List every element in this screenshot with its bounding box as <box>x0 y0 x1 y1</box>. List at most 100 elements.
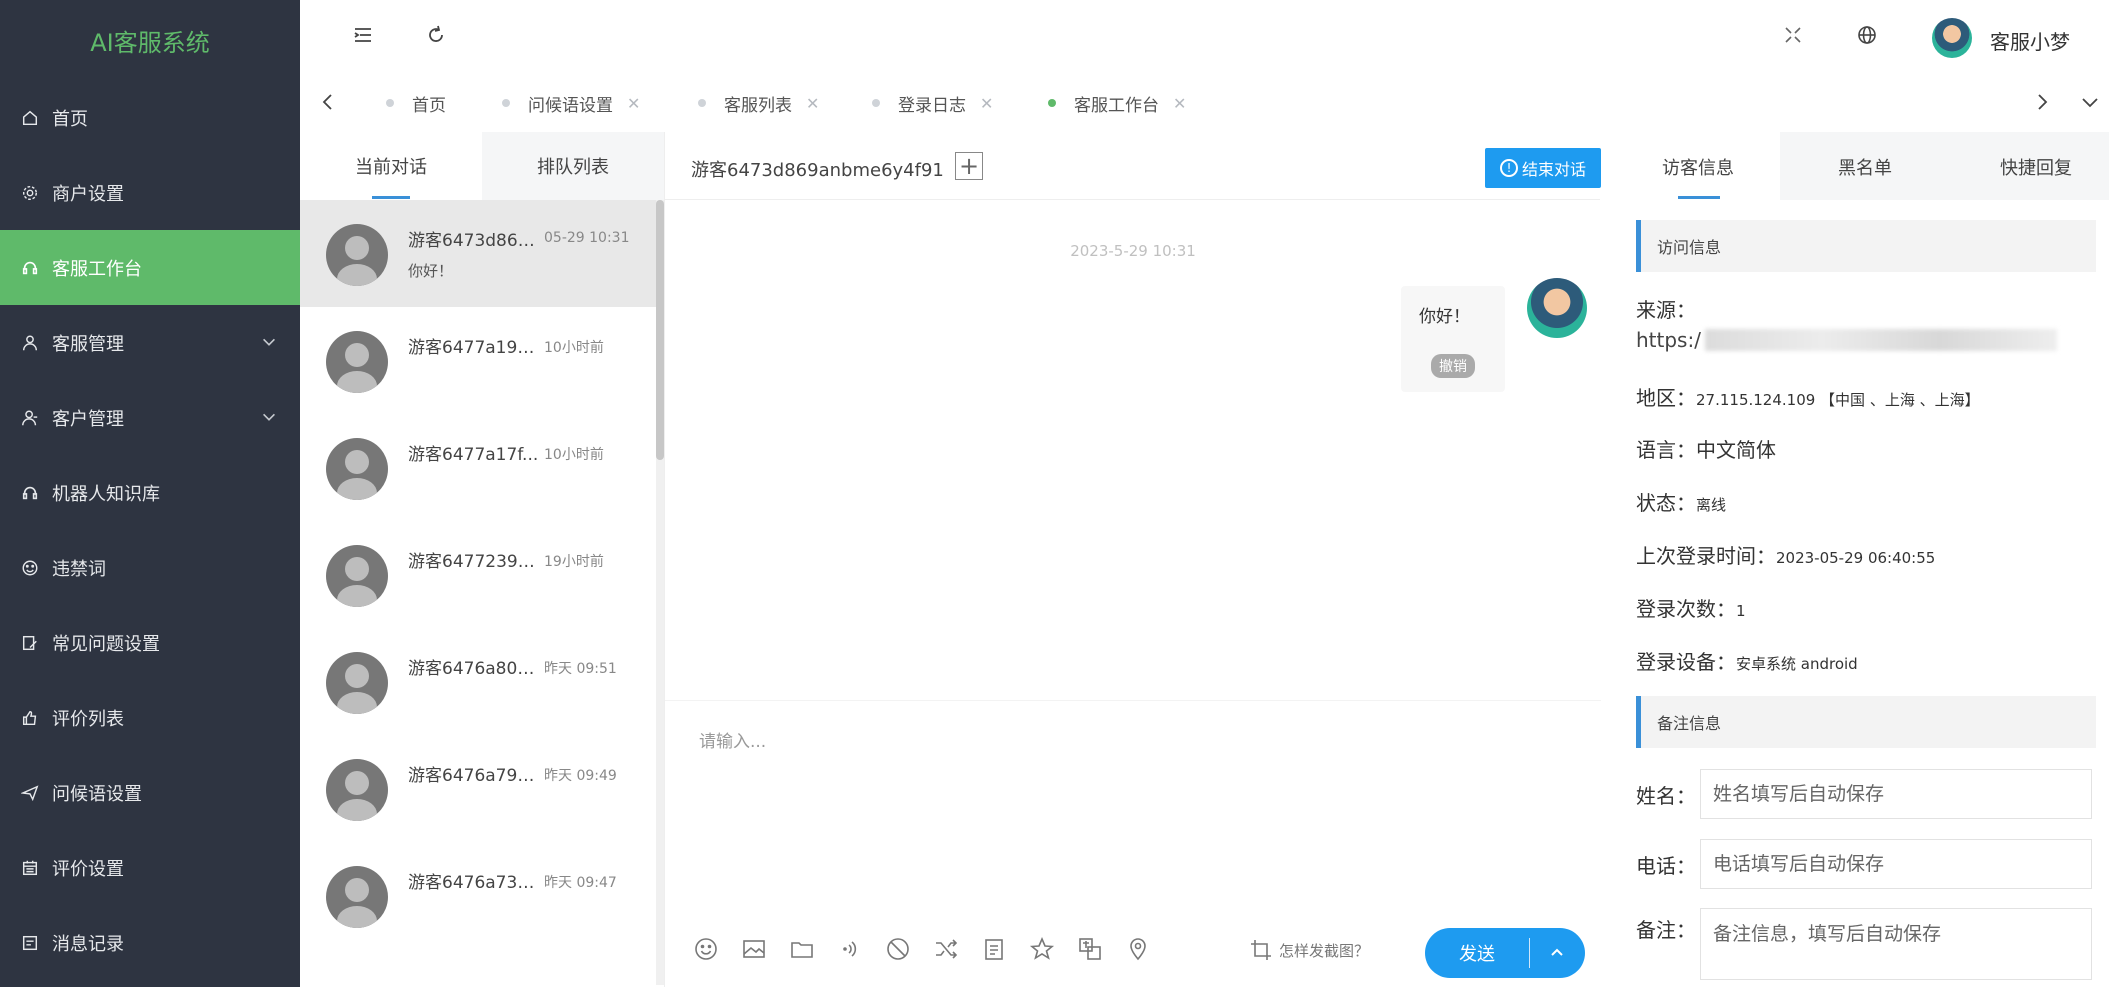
user-avatar[interactable] <box>1932 18 1972 58</box>
login-count-value: 1 <box>1736 602 1746 620</box>
last-login-label: 上次登录时间： <box>1636 544 1776 568</box>
blacklist-button[interactable] <box>881 932 915 966</box>
thumbs-up-icon <box>20 708 40 728</box>
sidebar-item-robot-knowledge[interactable]: 机器人知识库 <box>0 455 300 530</box>
close-icon[interactable]: ✕ <box>1173 94 1186 113</box>
chevron-right-icon[interactable] <box>2030 90 2054 114</box>
favorite-button[interactable] <box>1025 932 1059 966</box>
close-icon[interactable]: ✕ <box>980 94 993 113</box>
message-timestamp: 2023-5-29 10:31 <box>1070 242 1196 260</box>
tab-agent-workbench[interactable]: 客服工作台 ✕ <box>1048 90 1186 116</box>
list-item[interactable]: 游客6477a19e... 10小时前 <box>300 307 664 414</box>
tab-dot <box>502 99 510 107</box>
revoke-button[interactable]: 撤销 <box>1431 354 1475 378</box>
device-label: 登录设备： <box>1636 650 1736 674</box>
sidebar-item-label: 评价列表 <box>52 708 124 730</box>
source-url[interactable]: https:/ <box>1636 328 2057 352</box>
emoji-button[interactable] <box>689 932 723 966</box>
refresh-button[interactable] <box>423 22 449 48</box>
name-field[interactable] <box>1700 769 2092 819</box>
phone-row: 电话： <box>1636 838 2106 890</box>
close-icon[interactable]: ✕ <box>806 94 819 113</box>
tab-current-conversations[interactable]: 当前对话 <box>300 132 482 200</box>
send-options-button[interactable] <box>1530 944 1584 962</box>
sidebar-item-agent-workbench[interactable]: 客服工作台 <box>0 230 300 305</box>
message-icon <box>20 933 40 953</box>
sidebar-item-banned-words[interactable]: 违禁词 <box>0 530 300 605</box>
translate-button[interactable] <box>1073 932 1107 966</box>
avatar <box>326 331 388 393</box>
sidebar-item-greeting-settings[interactable]: 问候语设置 <box>0 755 300 830</box>
note-field[interactable] <box>1700 908 2092 980</box>
robot-icon <box>20 483 40 503</box>
visitor-name: 游客6477a19e... <box>408 338 543 358</box>
region-value: 27.115.124.109 【中国 、上海 、上海】 <box>1696 391 1980 409</box>
sidebar-item-faq-settings[interactable]: 常见问题设置 <box>0 605 300 680</box>
language-button[interactable] <box>1854 22 1880 48</box>
list-item[interactable]: 游客6476a73d... 昨天 09:47 <box>300 842 664 949</box>
note-label: 备注： <box>1636 918 1696 942</box>
sidebar-item-message-records[interactable]: 消息记录 <box>0 905 300 980</box>
tab-label: 问候语设置 <box>528 95 613 116</box>
star-icon <box>1029 936 1055 960</box>
list-item[interactable]: 游客6477a17f... 10小时前 <box>300 414 664 521</box>
refresh-icon <box>429 25 443 42</box>
sidebar-item-merchant-settings[interactable]: 商户设置 <box>0 155 300 230</box>
headset-icon <box>20 258 40 278</box>
list-item[interactable]: 游客6477239c... 19小时前 <box>300 521 664 628</box>
message-time: 昨天 09:47 <box>544 875 617 891</box>
tab-login-log[interactable]: 登录日志 ✕ <box>872 90 993 116</box>
active-tab-indicator <box>372 196 410 199</box>
message-time: 10小时前 <box>544 340 604 356</box>
list-item[interactable]: 游客6476a79a... 昨天 09:49 <box>300 735 664 842</box>
close-icon[interactable]: ✕ <box>627 94 640 113</box>
status-row: 状态：离线 <box>1636 487 2106 516</box>
sidebar-item-customer-management[interactable]: 客户管理 <box>0 380 300 455</box>
user-name[interactable]: 客服小梦 <box>1990 26 2070 55</box>
tab-visitor-info[interactable]: 访客信息 <box>1662 154 1734 180</box>
phone-field[interactable] <box>1700 839 2092 889</box>
brand-title: AI客服系统 <box>90 28 210 57</box>
chevron-down-icon <box>263 413 275 421</box>
crop-icon <box>1251 940 1271 960</box>
file-button[interactable] <box>785 932 819 966</box>
tab-queue-list[interactable]: 排队列表 <box>482 132 664 200</box>
location-button[interactable] <box>1121 932 1155 966</box>
screenshot-help-link[interactable]: 怎样发截图？ <box>1249 938 1369 962</box>
tab-agent-list[interactable]: 客服列表 ✕ <box>698 90 819 116</box>
sidebar-item-rating-settings[interactable]: 评价设置 <box>0 830 300 905</box>
scrollbar-thumb[interactable] <box>656 200 664 460</box>
sidebar-item-label: 评价设置 <box>52 858 124 880</box>
transfer-button[interactable] <box>929 932 963 966</box>
message-input[interactable]: 请输入... <box>665 700 1601 900</box>
sidebar-item-agent-management[interactable]: 客服管理 <box>0 305 300 380</box>
message-time: 昨天 09:49 <box>544 768 617 784</box>
user-group-icon <box>20 408 40 428</box>
chevron-down-icon[interactable] <box>2078 90 2102 114</box>
fullscreen-button[interactable] <box>1780 22 1806 48</box>
phone-label: 电话： <box>1636 853 1696 878</box>
list-item[interactable]: 游客6476a808... 昨天 09:51 <box>300 628 664 735</box>
collapse-menu-button[interactable] <box>350 22 376 48</box>
end-conversation-button[interactable]: ! 结束对话 <box>1485 148 1601 188</box>
list-item[interactable]: 游客6473d869... 05-29 10:31 你好！ <box>300 200 664 307</box>
chevron-down-icon <box>263 338 275 346</box>
sidebar-item-rating-list[interactable]: 评价列表 <box>0 680 300 755</box>
tab-home[interactable]: 首页 <box>386 90 446 116</box>
tab-blacklist[interactable]: 黑名单 <box>1838 154 1892 180</box>
emoji-icon <box>695 938 717 960</box>
note-button[interactable] <box>977 932 1011 966</box>
tab-quick-reply[interactable]: 快捷回复 <box>2000 154 2072 180</box>
sidebar-item-home[interactable]: 首页 <box>0 80 300 155</box>
add-icon[interactable]: + <box>955 152 983 180</box>
name-row: 姓名： <box>1636 768 2106 820</box>
message-time: 19小时前 <box>544 554 604 570</box>
send-button[interactable]: 发送 <box>1425 928 1585 978</box>
tab-dot <box>386 99 394 107</box>
image-button[interactable] <box>737 932 771 966</box>
avatar <box>326 652 388 714</box>
tab-greeting-settings[interactable]: 问候语设置 ✕ <box>502 90 640 116</box>
voice-button[interactable] <box>833 932 867 966</box>
avatar <box>326 438 388 500</box>
chevron-left-icon[interactable] <box>316 90 340 114</box>
